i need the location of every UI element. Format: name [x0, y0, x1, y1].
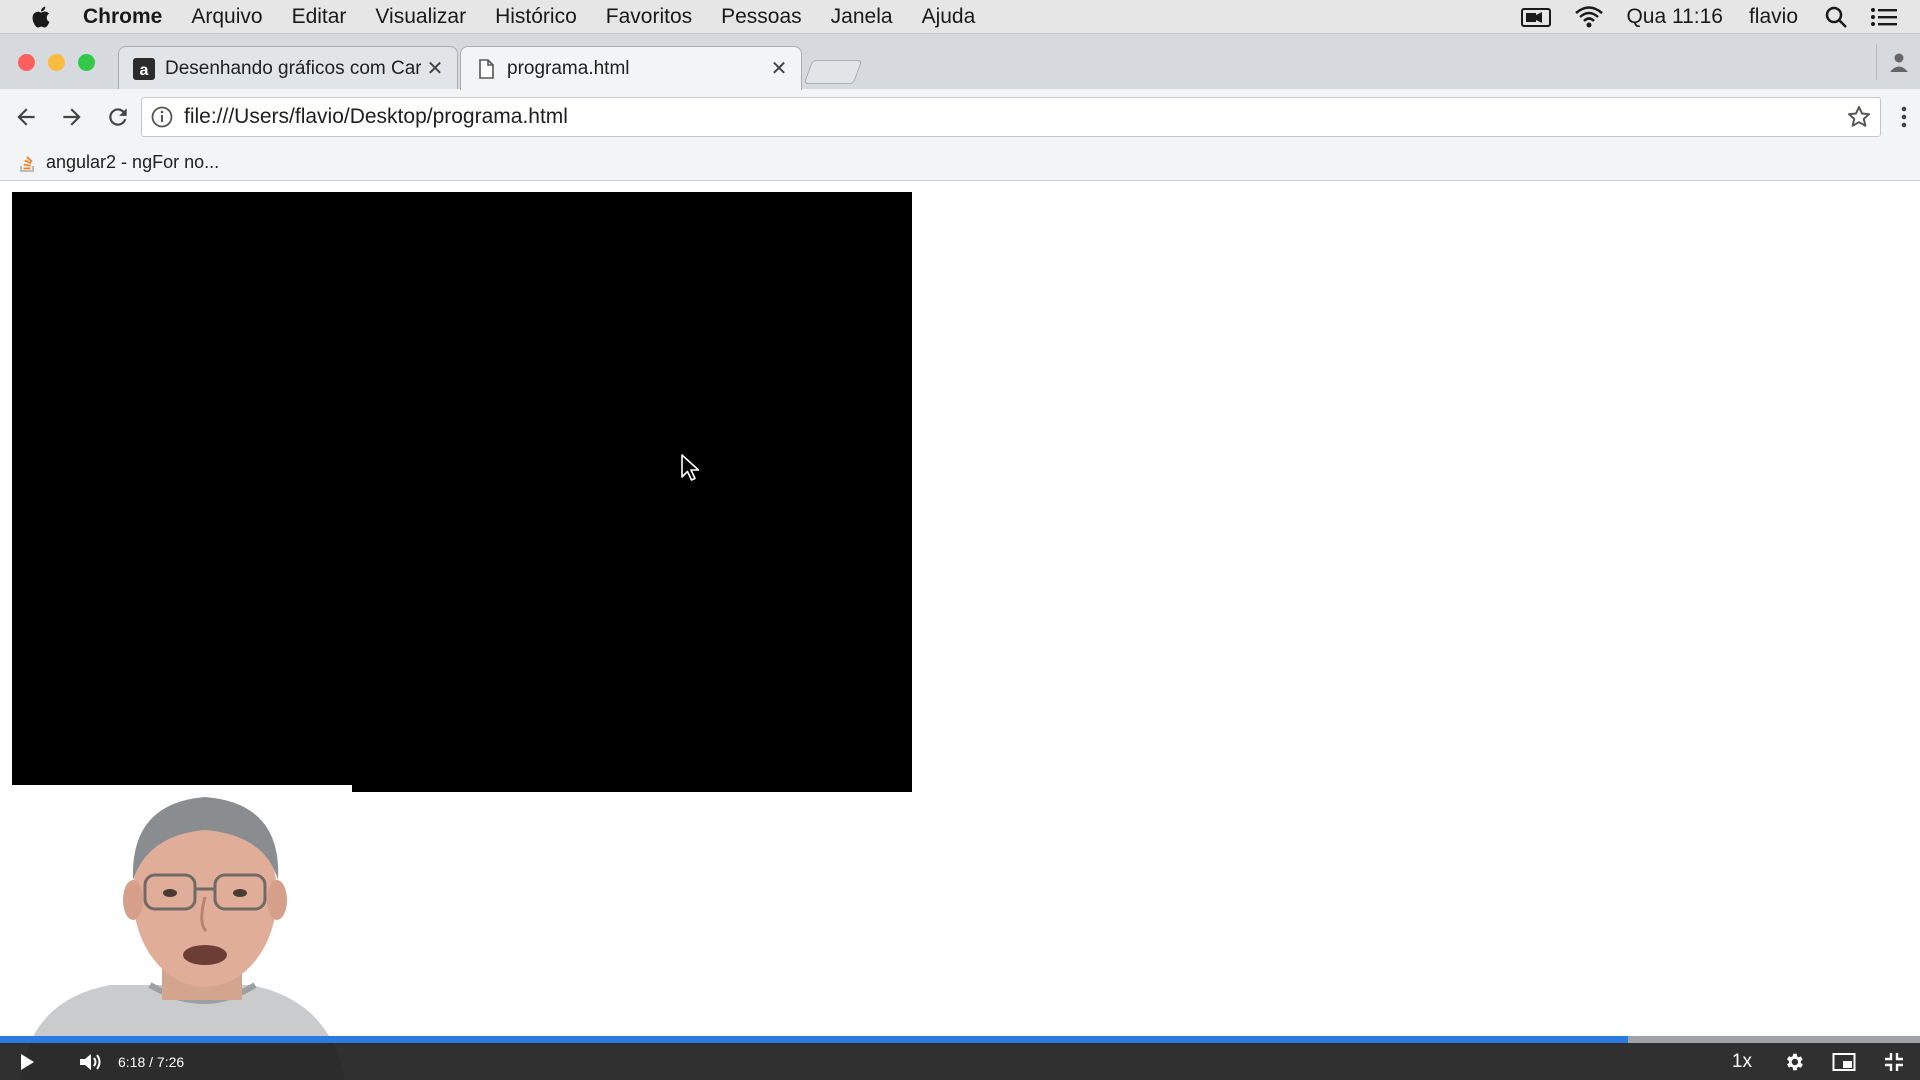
- menu-historico[interactable]: Histórico: [495, 5, 577, 29]
- menubar-clock[interactable]: Qua 11:16: [1626, 5, 1723, 29]
- pip-icon: [1832, 1052, 1856, 1071]
- wifi-icon[interactable]: [1574, 5, 1604, 29]
- chrome-menu-button[interactable]: [1894, 99, 1914, 135]
- settings-button[interactable]: [1782, 1050, 1806, 1074]
- playback-speed-button[interactable]: 1x: [1732, 1051, 1752, 1073]
- tab-title: Desenhando gráficos com Car: [165, 57, 421, 79]
- alura-icon: a: [133, 57, 155, 80]
- back-button[interactable]: [6, 97, 46, 137]
- menu-arquivo[interactable]: Arquivo: [191, 5, 262, 29]
- bookmark-star-icon[interactable]: [1846, 104, 1872, 130]
- mouse-cursor-icon: [681, 454, 700, 481]
- menu-favoritos[interactable]: Favoritos: [606, 5, 692, 29]
- exit-fullscreen-button[interactable]: [1882, 1050, 1906, 1074]
- menu-app-chrome[interactable]: Chrome: [83, 5, 162, 29]
- picture-in-picture-button[interactable]: [1832, 1050, 1856, 1074]
- notification-center-icon[interactable]: [1870, 6, 1898, 28]
- apple-icon[interactable]: [29, 4, 55, 30]
- menu-pessoas[interactable]: Pessoas: [721, 5, 802, 29]
- arrow-left-icon: [17, 108, 35, 126]
- tab-programa-html[interactable]: programa.html ✕: [460, 46, 802, 90]
- menu-ajuda[interactable]: Ajuda: [922, 5, 976, 29]
- gear-icon: [1787, 1053, 1803, 1070]
- menubar-user[interactable]: flavio: [1749, 5, 1798, 29]
- person-icon: [1889, 53, 1908, 72]
- video-time: 6:18 / 7:26: [118, 1054, 184, 1070]
- bookmark-label: angular2 - ngFor no...: [46, 152, 220, 172]
- volume-icon: [80, 1053, 101, 1070]
- profile-button[interactable]: [1876, 44, 1920, 80]
- drawing-canvas[interactable]: [12, 192, 912, 792]
- info-icon[interactable]: [150, 105, 174, 129]
- play-button[interactable]: [16, 1051, 38, 1073]
- window-zoom-button[interactable]: [78, 54, 95, 71]
- bookmark-item[interactable]: angular2 - ngFor no...: [18, 152, 219, 173]
- menu-editar[interactable]: Editar: [292, 5, 347, 29]
- screen: Chrome Arquivo Editar Visualizar Históri…: [0, 0, 1920, 1080]
- menu-visualizar[interactable]: Visualizar: [375, 5, 466, 29]
- reload-button[interactable]: [98, 97, 138, 137]
- more-vertical-icon: [1901, 106, 1907, 128]
- new-tab-button[interactable]: [803, 60, 863, 84]
- video-control-bar: 6:18 / 7:26 1x: [0, 1043, 1920, 1080]
- time-separator: /: [149, 1053, 154, 1070]
- menu-janela[interactable]: Janela: [831, 5, 893, 29]
- svg-text:a: a: [140, 62, 149, 79]
- tab-title: programa.html: [507, 57, 630, 79]
- tab-desenhando-graficos[interactable]: a Desenhando gráficos com Car ✕: [118, 46, 458, 90]
- page-icon: [479, 58, 494, 79]
- video-progress-bar[interactable]: [0, 1036, 1920, 1043]
- forward-button[interactable]: [52, 97, 92, 137]
- address-bar[interactable]: file:///Users/flavio/Desktop/programa.ht…: [141, 97, 1881, 137]
- tab-close-icon[interactable]: ✕: [421, 56, 449, 81]
- browser-toolbar: file:///Users/flavio/Desktop/programa.ht…: [0, 89, 1920, 145]
- play-icon: [21, 1053, 34, 1070]
- arrow-right-icon: [63, 108, 81, 126]
- exit-fullscreen-icon: [1885, 1052, 1903, 1071]
- window-close-button[interactable]: [18, 54, 35, 71]
- window-minimize-button[interactable]: [48, 54, 65, 71]
- screen-recording-icon[interactable]: [1520, 6, 1552, 28]
- tab-close-icon[interactable]: ✕: [765, 56, 793, 81]
- stackoverflow-icon: [20, 155, 34, 172]
- reload-icon: [109, 108, 127, 126]
- url-text[interactable]: file:///Users/flavio/Desktop/programa.ht…: [184, 105, 1846, 129]
- bookmarks-bar: angular2 - ngFor no...: [0, 145, 1920, 181]
- volume-button[interactable]: [78, 1051, 104, 1073]
- macos-menu-bar: Chrome Arquivo Editar Visualizar Históri…: [0, 0, 1920, 34]
- tab-strip: a Desenhando gráficos com Car ✕ programa…: [0, 34, 1920, 90]
- video-progress-fill: [0, 1036, 1629, 1043]
- current-time: 6:18: [118, 1053, 146, 1070]
- spotlight-search-icon[interactable]: [1824, 5, 1848, 29]
- duration: 7:26: [156, 1053, 185, 1070]
